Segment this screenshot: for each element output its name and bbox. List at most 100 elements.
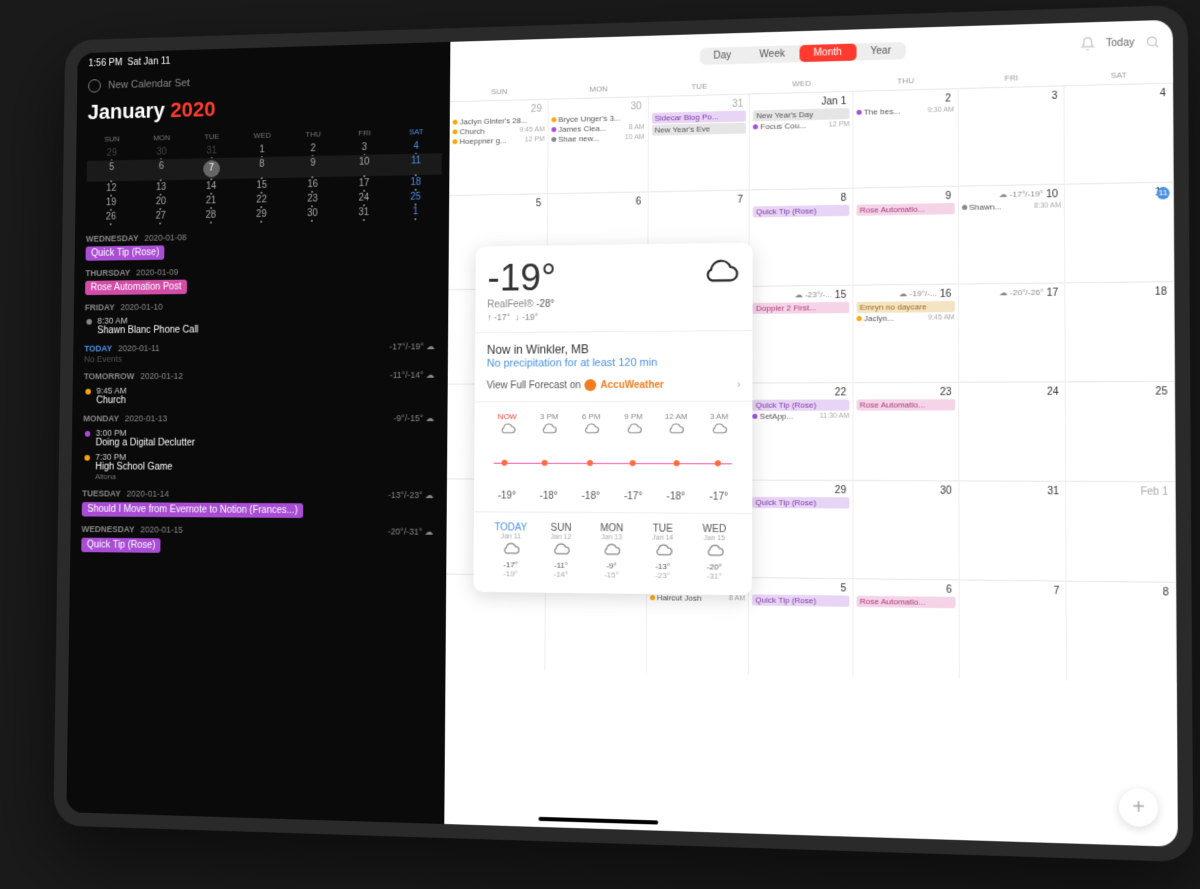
month-grid-cell[interactable]: 30Bryce Unger's 3...James Clea...8 AMSha… xyxy=(548,96,649,193)
mini-cal-day[interactable]: 2 xyxy=(287,141,338,157)
mini-cal-day[interactable]: 28 xyxy=(186,208,237,223)
month-grid-cell[interactable]: 8Quick Tip (Rose) xyxy=(750,188,854,286)
mini-cal-day[interactable]: 4 xyxy=(390,139,442,155)
mini-cal-day[interactable]: 3 xyxy=(339,140,391,156)
mini-cal-day[interactable]: 29 xyxy=(87,146,137,161)
month-grid-cell[interactable]: 2The bes...9:30 AM xyxy=(853,88,958,187)
month-grid-cell[interactable]: 18 xyxy=(1066,281,1175,381)
mini-cal-day[interactable]: 13 xyxy=(136,180,186,195)
agenda-list[interactable]: WEDNESDAY 2020-01-08Quick Tip (Rose)THUR… xyxy=(81,228,441,555)
mini-cal-day[interactable]: 8 xyxy=(236,157,287,179)
mini-cal-day[interactable]: 20 xyxy=(136,194,186,209)
month-event[interactable]: The bes...9:30 AM xyxy=(857,105,955,116)
mini-cal-day[interactable]: 23 xyxy=(287,191,338,206)
month-grid-cell[interactable]: 1111 xyxy=(1065,182,1174,283)
month-grid-cell[interactable]: 22Quick Tip (Rose)SetApp...11:30 AM xyxy=(749,382,853,480)
month-grid-cell[interactable]: 8 xyxy=(1067,581,1177,683)
month-grid-cell[interactable]: ☁ -17°/-19°10Shawn...8:30 AM xyxy=(959,184,1066,284)
month-event-pill[interactable]: New Year's Eve xyxy=(651,123,746,136)
mini-cal-day[interactable]: 1 xyxy=(390,204,442,220)
month-grid-cell[interactable]: 9Rose Automatio... xyxy=(853,186,958,285)
accuweather-link[interactable]: View Full Forecast on AccuWeather › xyxy=(487,379,741,392)
month-grid-cell[interactable]: 23Rose Automatio... xyxy=(853,382,959,481)
month-grid-cell[interactable]: 31 xyxy=(959,480,1067,580)
mini-cal-day[interactable]: 24 xyxy=(338,190,390,206)
month-grid-cell[interactable]: 7 xyxy=(959,579,1067,680)
month-event-pill[interactable]: Doppler 2 First... xyxy=(753,302,849,314)
mini-cal-day[interactable]: 30 xyxy=(137,144,187,159)
agenda-event-pill[interactable]: Quick Tip (Rose) xyxy=(81,538,161,553)
month-grid-cell[interactable]: 25 xyxy=(1066,381,1176,481)
month-grid-cell[interactable]: Jan 1New Year's DayFocus Cou...12 PM xyxy=(750,91,853,190)
mini-cal-day[interactable]: 1 xyxy=(237,142,288,158)
mini-cal-day[interactable]: 7 xyxy=(186,158,237,180)
month-event[interactable]: Focus Cou...12 PM xyxy=(753,120,849,131)
mini-cal-day[interactable]: 5 xyxy=(87,160,137,182)
month-event[interactable]: SetApp...11:30 AM xyxy=(753,412,850,421)
mini-calendar[interactable]: SUNMONTUEWEDTHUFRISAT2930311234567891011… xyxy=(86,124,442,225)
mini-cal-day[interactable]: 18 xyxy=(390,175,442,191)
mini-cal-header: WED xyxy=(237,128,288,144)
mini-cal-day[interactable]: 29 xyxy=(236,207,287,222)
mini-cal-day[interactable]: 16 xyxy=(287,177,338,193)
month-grid-cell[interactable]: 30 xyxy=(853,480,959,579)
mini-cal-day[interactable]: 15 xyxy=(236,178,287,193)
month-event[interactable]: Shawn...8:30 AM xyxy=(962,201,1061,212)
mini-cal-day[interactable]: 31 xyxy=(338,205,390,220)
agenda-event-pill[interactable]: Should I Move from Evernote to Notion (F… xyxy=(82,502,304,518)
mini-cal-day[interactable]: 25 xyxy=(390,189,442,205)
mini-cal-day[interactable]: 6 xyxy=(136,159,186,181)
agenda-event[interactable]: 3:00 PMDoing a Digital Declutter xyxy=(83,428,440,449)
month-grid-cell[interactable]: ☁ -19°/-...16Emryn no daycareJaclyn...9:… xyxy=(853,283,958,382)
mini-cal-day[interactable]: 21 xyxy=(186,193,237,208)
month-grid-cell[interactable]: 5Quick Tip (Rose) xyxy=(749,577,853,677)
month-event-pill[interactable]: Quick Tip (Rose) xyxy=(752,594,849,607)
month-event-pill[interactable]: Sidecar Blog Po... xyxy=(652,111,747,124)
add-button[interactable]: + xyxy=(1119,788,1158,827)
month-grid-cell[interactable]: 29Quick Tip (Rose) xyxy=(749,480,853,579)
agenda-event[interactable]: 9:45 AMChurch xyxy=(83,385,440,406)
month-grid-cell[interactable]: 29Jaclyn Ginter's 28...Church9:45 AMHoep… xyxy=(449,99,548,195)
month-event-pill[interactable]: Quick Tip (Rose) xyxy=(753,399,850,410)
mini-cal-day[interactable]: 22 xyxy=(236,192,287,207)
mini-cal-day[interactable]: 30 xyxy=(287,206,338,221)
hourly-col: NOW xyxy=(486,412,528,439)
mini-cal-day[interactable]: 26 xyxy=(86,209,136,224)
mini-cal-day[interactable]: 17 xyxy=(338,176,390,192)
month-event-pill[interactable]: Rose Automatio... xyxy=(857,203,955,216)
month-event-pill[interactable]: Quick Tip (Rose) xyxy=(753,205,849,218)
mini-cal-day[interactable]: 19 xyxy=(86,195,136,210)
hourly-temp: -18° xyxy=(528,487,570,502)
month-event[interactable]: Jaclyn...9:45 AM xyxy=(857,313,955,323)
mini-cal-day[interactable]: 14 xyxy=(186,179,237,194)
mini-cal-day[interactable]: 12 xyxy=(86,181,136,196)
mini-cal-day[interactable]: 27 xyxy=(136,209,186,224)
month-grid-cell[interactable]: 6Rose Automatio... xyxy=(853,578,959,679)
mini-cal-day[interactable]: 10 xyxy=(338,154,390,176)
month-event[interactable]: Hoeppner g...12 PM xyxy=(453,135,545,146)
settings-row[interactable]: New Calendar Set xyxy=(88,69,443,92)
agenda-event-pill[interactable]: Quick Tip (Rose) xyxy=(86,245,165,260)
cloud-icon xyxy=(602,543,622,559)
agenda-event[interactable]: 7:30 PMHigh School GameAltona xyxy=(82,452,439,482)
month-event-pill[interactable]: Emryn no daycare xyxy=(857,301,955,313)
month-event-pill[interactable]: Rose Automatio... xyxy=(857,399,955,410)
month-grid-cell[interactable]: 31Sidecar Blog Po...New Year's Eve xyxy=(648,93,750,191)
month-grid-cell[interactable]: 4 xyxy=(1065,83,1174,184)
month-grid-cell[interactable]: Feb 1 xyxy=(1066,481,1176,582)
month-event-pill[interactable]: Quick Tip (Rose) xyxy=(752,497,849,509)
agenda-event-pill[interactable]: Rose Automation Post xyxy=(85,280,187,296)
month-title: January 2020 xyxy=(88,91,443,125)
weather-popover: -19° RealFeel® -28° ↑ -17° ↓ -19° Now in… xyxy=(474,243,753,596)
month-grid-cell[interactable]: ☁ -20°/-26°17 xyxy=(959,282,1066,381)
month-grid-cell[interactable]: 24 xyxy=(959,381,1067,480)
mini-cal-day[interactable]: 11 xyxy=(390,153,442,176)
month-event[interactable]: Shae new...10 AM xyxy=(551,133,644,144)
month-grid-cell[interactable]: 3 xyxy=(958,85,1065,185)
month-event-pill[interactable]: Rose Automatio... xyxy=(857,596,956,609)
mini-cal-day[interactable]: 31 xyxy=(186,143,236,159)
month-event-pill[interactable]: New Year's Day xyxy=(753,108,849,121)
agenda-event[interactable]: 8:30 AMShawn Blanc Phone Call xyxy=(84,313,440,336)
mini-cal-day[interactable]: 9 xyxy=(287,155,338,177)
month-grid-cell[interactable]: ☁ -23°/-...15Doppler 2 First... xyxy=(750,285,854,383)
